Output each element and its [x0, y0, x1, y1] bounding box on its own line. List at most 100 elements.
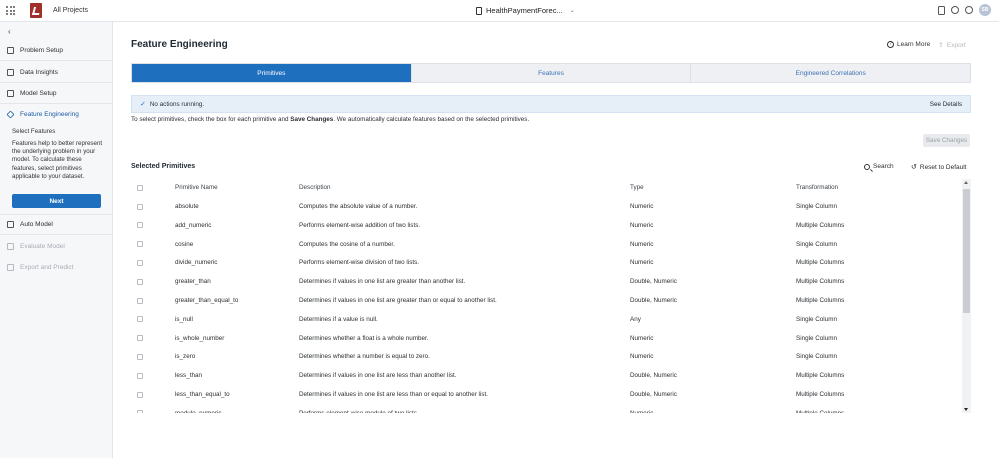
section-title: Selected Primitives: [131, 163, 196, 170]
search-button[interactable]: Search: [864, 163, 894, 170]
sidebar-item-auto-model[interactable]: Auto Model: [0, 214, 113, 235]
row-checkbox[interactable]: [137, 278, 143, 285]
row-checkbox[interactable]: [137, 203, 143, 210]
sidebar-item-label: Data Insights: [20, 68, 58, 76]
table-row[interactable]: greater_than_equal_to Determines if value…: [131, 291, 962, 310]
primitive-type: Numeric: [630, 203, 654, 210]
sidebar-item-label: Model Setup: [20, 89, 57, 97]
column-header-type[interactable]: Type: [630, 184, 644, 191]
row-checkbox[interactable]: [137, 353, 143, 360]
app-logo[interactable]: [30, 3, 42, 18]
save-changes-button[interactable]: Save Changes: [923, 134, 970, 147]
reset-icon: ↺: [911, 164, 917, 171]
see-details-link[interactable]: See Details: [930, 101, 962, 108]
primitive-description: Determines if values in one list are les…: [299, 391, 489, 398]
chart-icon: [7, 68, 14, 76]
primitive-name: divide_numeric: [175, 259, 218, 267]
primitive-name: is_zero: [175, 353, 196, 361]
column-header-transformation[interactable]: Transformation: [796, 184, 838, 191]
row-checkbox[interactable]: [137, 222, 143, 229]
row-checkbox[interactable]: [137, 259, 143, 266]
primitive-type: Any: [630, 315, 641, 323]
sidebar-item-export-predict: Export and Predict: [0, 257, 113, 278]
primitive-transformation: Multiple Columns: [796, 372, 845, 380]
table-row[interactable]: greater_than Determines if values in one …: [131, 272, 962, 291]
avatar[interactable]: SB: [979, 4, 991, 16]
primitive-description: Performs element-wise addition of two li…: [299, 221, 421, 229]
primitive-transformation: Multiple Columns: [796, 391, 845, 398]
download-icon: [7, 264, 14, 271]
row-checkbox[interactable]: [137, 410, 143, 413]
layers-icon: [6, 110, 15, 119]
learn-more-link[interactable]: ? Learn More: [887, 41, 930, 48]
column-header-description[interactable]: Description: [299, 184, 331, 191]
help-icon: ?: [887, 41, 894, 48]
export-label: Export: [946, 41, 966, 49]
table-row[interactable]: is_whole_number Determines whether a floa…: [131, 329, 962, 348]
row-checkbox[interactable]: [137, 391, 143, 398]
table-header: Primitive Name Description Type Transfor…: [131, 179, 962, 197]
sidebar-item-model-setup[interactable]: Model Setup: [0, 83, 113, 104]
document-icon: [476, 6, 482, 15]
table-row[interactable]: less_than_equal_to Determines if values i…: [131, 385, 962, 404]
primitive-description: Computes the cosine of a number.: [299, 240, 395, 248]
primitive-transformation: Multiple Columns: [796, 221, 845, 229]
app-grid-icon[interactable]: [6, 6, 15, 15]
table-scrollbar[interactable]: [962, 179, 971, 413]
sidebar-item-problem-setup[interactable]: Problem Setup: [0, 40, 113, 61]
table-row[interactable]: absolute Computes the absolute value of a…: [131, 197, 962, 216]
reset-default-button[interactable]: ↺ Reset to Default: [911, 163, 966, 172]
link-icon[interactable]: [951, 6, 959, 14]
primitive-description: Determines if values in one list are les…: [299, 372, 457, 380]
table-row[interactable]: less_than Determines if values in one lis…: [131, 366, 962, 385]
primitive-type: Double, Numeric: [630, 372, 677, 380]
primitive-name: greater_than_equal_to: [175, 297, 239, 304]
row-checkbox[interactable]: [137, 316, 143, 323]
primitive-name: greater_than: [175, 278, 211, 286]
primitive-name: is_whole_number: [175, 334, 225, 342]
table-row[interactable]: is_null Determines if a value is null. Any…: [131, 310, 962, 329]
next-button[interactable]: Next: [12, 194, 101, 208]
scroll-up-icon[interactable]: [964, 181, 968, 184]
table-row[interactable]: is_zero Determines whether a number is eq…: [131, 347, 962, 366]
table-row[interactable]: modulo_numeric Performs element-wise modu…: [131, 404, 962, 413]
column-header-name[interactable]: Primitive Name: [175, 184, 218, 191]
search-label: Search: [873, 163, 894, 170]
instructions-text: To select primitives, check the box for …: [131, 116, 291, 123]
primitive-transformation: Single Column: [796, 203, 837, 210]
sidebar-item-label: Feature Engineering: [20, 111, 79, 118]
select-all-checkbox[interactable]: [137, 184, 143, 191]
primitive-type: Double, Numeric: [630, 297, 677, 304]
scroll-thumb[interactable]: [963, 189, 970, 313]
primitives-table: Primitive Name Description Type Transfor…: [131, 179, 971, 413]
primitive-description: Determines whether a float is a whole nu…: [299, 334, 429, 342]
instructions: To select primitives, check the box for …: [131, 116, 529, 123]
row-checkbox[interactable]: [137, 372, 143, 379]
gear-icon: [7, 46, 14, 54]
primitive-description: Performs element-wise division of two li…: [299, 259, 420, 267]
mobile-icon[interactable]: [938, 5, 945, 15]
row-checkbox[interactable]: [137, 297, 143, 304]
table-row[interactable]: cosine Computes the cosine of a number. Nu…: [131, 235, 962, 254]
row-checkbox[interactable]: [137, 241, 143, 248]
table-row[interactable]: add_numeric Performs element-wise additio…: [131, 216, 962, 235]
tab-primitives[interactable]: Primitives: [132, 64, 412, 82]
project-name: HealthPaymentForec...: [486, 6, 563, 15]
primitive-transformation: Single Column: [796, 353, 837, 361]
status-banner: ✓ No actions running. See Details: [131, 95, 971, 113]
table-row[interactable]: divide_numeric Performs element-wise divi…: [131, 253, 962, 272]
row-checkbox[interactable]: [137, 335, 143, 342]
all-projects-link[interactable]: All Projects: [53, 7, 88, 14]
tab-features[interactable]: Features: [412, 64, 692, 82]
select-features-heading: Select Features: [12, 128, 56, 135]
theme-moon-icon[interactable]: [965, 6, 973, 14]
scroll-down-icon[interactable]: [964, 408, 968, 411]
project-selector[interactable]: HealthPaymentForec... ⌄: [476, 6, 575, 15]
tab-engineered-correlations[interactable]: Engineered Correlations: [691, 64, 970, 82]
check-icon: ✓: [140, 101, 146, 108]
sidebar-item-data-insights[interactable]: Data Insights: [0, 62, 113, 83]
primitive-transformation: Single Column: [796, 240, 837, 248]
sidebar-item-feature-engineering[interactable]: Feature Engineering: [0, 104, 113, 125]
sliders-icon: [7, 89, 14, 97]
collapse-sidebar-icon[interactable]: ‹: [8, 27, 11, 36]
